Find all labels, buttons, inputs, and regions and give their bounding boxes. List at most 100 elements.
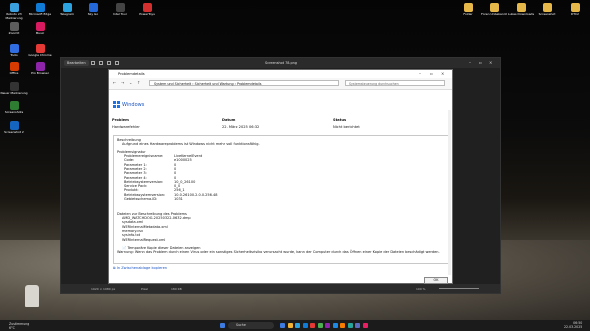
taskbar: Zustimmung 6°C Suche 06:50 22.03.2025 [0,320,590,331]
weather-widget[interactable]: Zustimmung 6°C [9,322,29,330]
filesize-text: 180 KB [171,287,182,291]
status-value: Nicht berichtet [333,125,360,129]
zoom-level[interactable]: 100 % [416,287,426,291]
dialog-close-icon[interactable]: × [441,71,444,76]
desktop-shortcut[interactable]: Screenshots [0,101,29,115]
desktop-shortcut[interactable]: PowerToys [132,3,162,17]
breadcrumb-details[interactable]: Problemdetails [237,82,261,86]
app-icon [142,3,152,12]
taskbar-app-icon[interactable] [355,323,360,328]
taskbar-app-icon[interactable] [310,323,315,328]
desktop-shortcut[interactable]: Microsoft Edge [25,3,55,17]
app-icon [115,3,125,12]
app-icon [463,3,473,12]
minimize-icon[interactable]: – [469,60,471,65]
shortcut-label: DTC2 [571,12,579,16]
dialog-maximize-icon[interactable]: ▫ [430,71,433,76]
date-value: 22. März 2025 06:32 [222,125,260,129]
copy-to-clipboard-link[interactable]: ⧉ In Zwischenablage kopieren [113,266,167,270]
search-input[interactable]: Systemsteuerung durchsuchen [345,80,445,86]
shortcut-label: Google Chrome [28,53,52,57]
copy-link-text[interactable]: In Zwischenablage kopieren [117,266,167,270]
ok-button[interactable]: OK [424,277,448,284]
start-icon[interactable] [220,323,225,328]
taskbar-app-icon[interactable] [287,323,293,328]
desktop-shortcut[interactable]: Intel Tour [105,3,135,17]
shortcut-label: Screenshot [538,12,556,16]
shortcut-label: Screenshot 2 [4,130,24,134]
app-icon [9,121,19,130]
app-icon [88,3,98,12]
history-icon[interactable]: ⌄ [129,80,132,85]
shortcut-label: Screenshots [4,110,24,114]
edit-button[interactable]: Bearbeiten [64,60,89,66]
shortcut-label: Sky Go [87,12,99,16]
app-icon [542,3,552,12]
taskbar-app-icon[interactable] [340,323,345,328]
viewer-toolbar: Bearbeiten Screenshot 78.png – ▫ × [61,58,500,68]
app-icon [35,44,45,53]
taskbar-app-icon[interactable] [362,323,368,328]
zoom-slider[interactable] [439,288,479,289]
desktop-shortcut[interactable]: DTC2 [560,3,590,17]
maximize-icon[interactable]: ▫ [479,60,482,65]
taskbar-app-icon[interactable] [347,323,353,328]
scrollbar[interactable] [448,110,451,275]
app-icon [9,62,19,71]
clock-date: 22.03.2025 [564,325,583,330]
back-icon[interactable]: ← [113,80,116,85]
breadcrumb-system[interactable]: System und Sicherheit [154,82,191,86]
desktop-shortcut[interactable]: Google Chrome [25,44,55,58]
app-icon [570,3,580,12]
desktop-shortcut[interactable]: Screenshot 2 [0,121,29,135]
desktop-shortcut[interactable]: Music [25,22,55,36]
brand-text: Windows [122,102,145,108]
desktop-shortcut[interactable]: Pro Browser [25,62,55,76]
unit-text: Pixel [141,287,148,291]
taskbar-app-icon[interactable] [280,323,285,328]
taskbar-app-icon[interactable] [332,323,338,328]
desktop-shortcut[interactable]: Screenshot [532,3,562,17]
app-icon [35,62,45,71]
app-icon [9,22,19,31]
app-icon [516,3,526,12]
breadcrumb-security[interactable]: Sicherheit und Wartung [195,82,234,86]
shortcut-label: Foren Unbekannt [481,12,507,16]
shortcut-label: Neuer Markierung [0,91,28,95]
signature-value: e1000025 [174,158,192,163]
forward-icon[interactable]: → [121,80,124,85]
desktop-shortcut[interactable]: Sky Go [78,3,108,17]
taskbar-search[interactable]: Suche [228,322,274,329]
breadcrumb[interactable]: System und Sicherheit › Sicherheit und W… [149,80,339,86]
warning-text: Warnung: Wenn das Problem durch einen Vi… [117,250,440,254]
desktop-shortcut[interactable]: Neuer Markierung [0,82,29,96]
app-icon [9,101,19,110]
shortcut-label: PowerToys [139,12,155,16]
app-icon [62,3,72,12]
problem-header: Problem [112,118,129,122]
taskbar-app-icon[interactable] [295,323,300,328]
taskbar-app-icon[interactable] [302,323,308,328]
address-bar-area: ← → ⌄ ↑ System und Sicherheit › Sicherhe… [109,78,452,90]
close-icon[interactable]: × [489,60,492,65]
dialog-minimize-icon[interactable]: – [419,71,421,76]
desktop-shortcut[interactable]: Foren Unbekannt [479,3,509,17]
description-text: Aufgrund eines Hardwareproblems ist Wind… [122,142,260,146]
clock[interactable]: 06:50 22.03.2025 [564,321,582,329]
details-panel: Beschreibung Aufgrund eines Hardwareprob… [113,135,449,264]
crop-icon[interactable] [91,61,95,65]
signature-key: Gebietsschema-ID: [124,197,158,201]
status-header: Status [333,118,347,122]
delete-icon[interactable] [107,61,111,65]
taskbar-app-icon[interactable] [325,323,330,328]
problem-value: Hardwarefehler [112,125,140,129]
more-icon[interactable] [115,61,119,65]
taskbar-app-icon[interactable] [317,323,323,328]
problem-details-window[interactable]: Problemdetails – ▫ × ← → ⌄ ↑ System und … [108,69,453,284]
rotate-icon[interactable] [99,61,103,65]
app-icon [35,22,45,31]
up-icon[interactable]: ↑ [137,80,140,85]
app-icon [9,82,19,91]
viewer-title: Screenshot 78.png [265,61,297,65]
weather-label: Zustimmung [9,321,30,326]
